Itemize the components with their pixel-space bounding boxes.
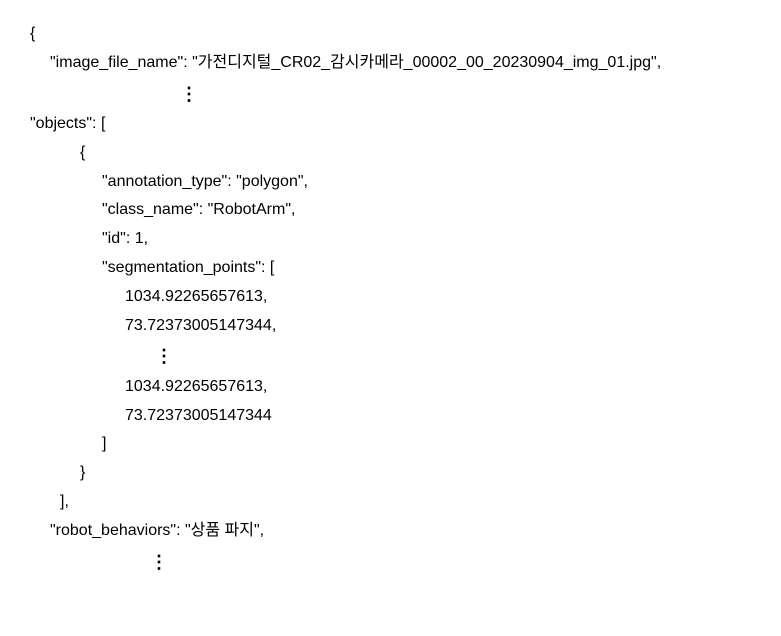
- seg-point-value: 1034.92265657613,: [30, 283, 751, 312]
- brace-open: {: [30, 20, 751, 49]
- seg-point-value: 1034.92265657613,: [30, 373, 751, 402]
- objects-key: "objects": [: [30, 110, 751, 139]
- ellipsis-icon: ⋮: [30, 340, 751, 372]
- segmentation-points-key: "segmentation_points": [: [30, 254, 751, 283]
- kv-id: "id": 1,: [30, 225, 751, 254]
- seg-point-value: 73.72373005147344,: [30, 312, 751, 341]
- seg-point-value: 73.72373005147344: [30, 402, 751, 431]
- kv-robot-behaviors: "robot_behaviors": "상품 파지",: [30, 517, 751, 546]
- kv-class-name: "class_name": "RobotArm",: [30, 196, 751, 225]
- kv-annotation-type: "annotation_type": "polygon",: [30, 168, 751, 197]
- ellipsis-icon: ⋮: [30, 78, 751, 110]
- ellipsis-icon: ⋮: [30, 546, 751, 578]
- object-brace-open: {: [30, 139, 751, 168]
- objects-array-close: ],: [30, 488, 751, 517]
- seg-array-close: ]: [30, 430, 751, 459]
- object-brace-close: }: [30, 459, 751, 488]
- kv-image-file-name: "image_file_name": "가전디지털_CR02_감시카메라_000…: [30, 49, 751, 78]
